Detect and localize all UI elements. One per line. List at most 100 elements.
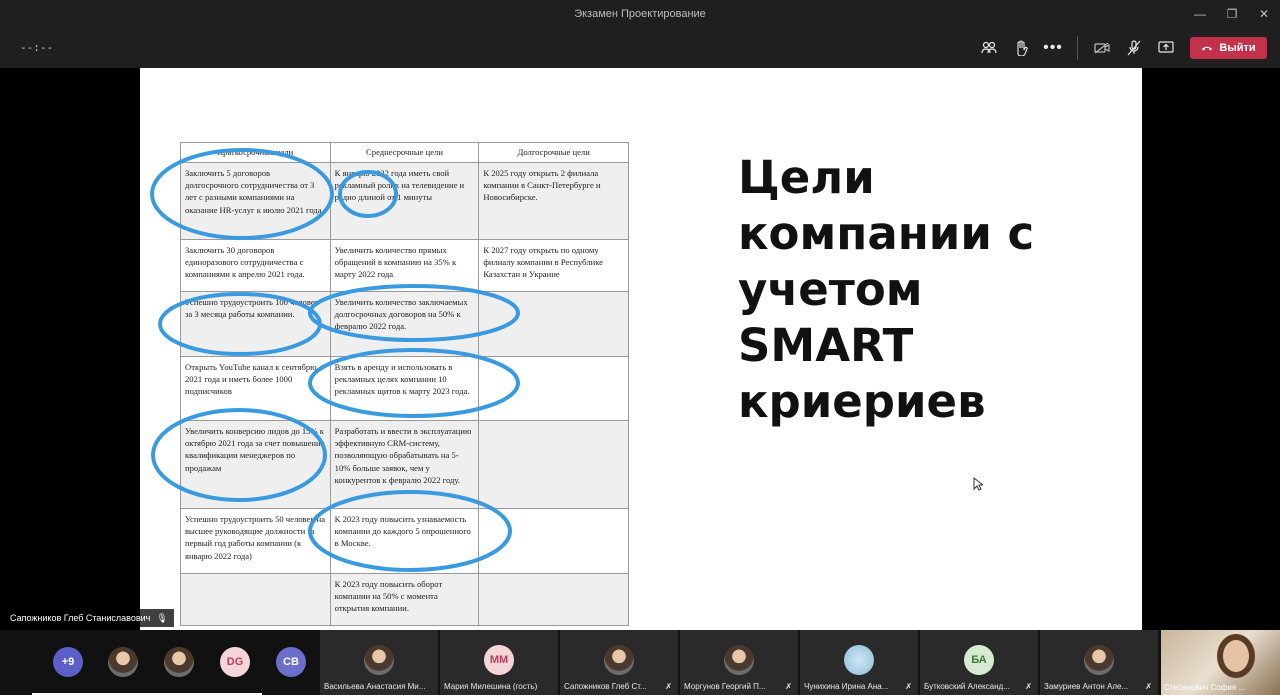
close-icon[interactable]: ✕: [1248, 0, 1280, 28]
table-cell: [180, 573, 331, 626]
participant-name: Замуриев Антон Але...: [1044, 682, 1129, 691]
table-cell: Взять в аренду и использовать в рекламны…: [329, 356, 480, 421]
participant-tile[interactable]: Сапожников Глеб Ст... ✗: [560, 630, 678, 695]
avatar: БА: [964, 645, 994, 675]
participant-tile[interactable]: Чунихина Ирина Ана... ✗: [800, 630, 918, 695]
window-controls: — ❐ ✕: [1184, 0, 1280, 28]
participant-name: Мария Милешина (гость): [444, 682, 538, 691]
table-row: К 2023 году повысить оборот компании на …: [180, 573, 629, 626]
avatar[interactable]: CB: [276, 647, 306, 677]
slide-title-line: SMART: [738, 319, 914, 372]
participants-strip: +9 DG CB Васильева Анастасия Ми... MM Ма…: [0, 630, 1280, 695]
avatar: MM: [484, 645, 514, 675]
presenter-name: Сапожников Глеб Станиславович: [10, 613, 151, 623]
table-cell: Увеличить количество заключаемых долгоср…: [329, 291, 480, 357]
window-titlebar: Экзамен Проектирование — ❐ ✕: [0, 0, 1280, 28]
participant-name: Моргунов Георгий П...: [684, 682, 766, 691]
table-row: Заключить 5 договоров долгосрочного сотр…: [180, 162, 629, 240]
mic-off-icon: 🎙: [156, 612, 168, 623]
self-video-tile[interactable]: Степанович София ...: [1161, 630, 1280, 695]
slide-title-line: криериев: [738, 375, 986, 428]
camera-off-icon[interactable]: [1092, 38, 1112, 58]
participant-name: Чунихина Ирина Ана...: [804, 682, 889, 691]
table-header: Краткосрочные цели: [180, 142, 331, 163]
presenter-label: Сапожников Глеб Станиславович 🎙: [4, 609, 174, 627]
table-cell: [478, 420, 629, 509]
table-header: Долгосрочные цели: [478, 142, 629, 163]
slide-title-line: Цели: [738, 151, 875, 204]
table-cell: К январю 2022 года иметь свой рекламный …: [329, 162, 480, 240]
participant-tile[interactable]: MM Мария Милешина (гость): [440, 630, 558, 695]
self-video-face: [1223, 640, 1249, 672]
mic-off-icon: ✗: [1145, 682, 1152, 691]
mic-off-icon: ✗: [665, 682, 672, 691]
table-row: Увеличить конверсию лидов до 15% к октяб…: [180, 420, 629, 509]
presentation-slide: Краткосрочные цели Среднесрочные цели До…: [140, 68, 1142, 630]
table-cell: К 2027 году открыть по одному филиалу ко…: [478, 239, 629, 292]
participant-name: Васильева Анастасия Ми...: [324, 682, 426, 691]
mic-off-icon: ✗: [1025, 682, 1032, 691]
participant-tile[interactable]: Замуриев Антон Але... ✗: [1040, 630, 1158, 695]
avatar-initials: MM: [489, 654, 509, 666]
table-cell: Заключить 5 договоров долгосрочного сотр…: [180, 162, 331, 240]
avatar[interactable]: [108, 647, 138, 677]
table-row: Открыть YouTube канал к сентябрю 2021 го…: [180, 356, 629, 421]
shared-screen: Краткосрочные цели Среднесрочные цели До…: [0, 68, 1280, 630]
avatar-initials: CB: [283, 656, 299, 668]
goals-table: Краткосрочные цели Среднесрочные цели До…: [180, 142, 629, 626]
table-cell: [478, 573, 629, 626]
slide-title-line: компании с: [738, 207, 1035, 260]
avatar: [364, 645, 394, 675]
toolbar-divider: [1077, 36, 1078, 60]
table-row: Успешно трудоустроить 100 человек за 3 м…: [180, 291, 629, 357]
table-cell: Открыть YouTube канал к сентябрю 2021 го…: [180, 356, 331, 421]
avatar-initials: БА: [971, 654, 987, 666]
avatar[interactable]: DG: [220, 647, 250, 677]
avatar[interactable]: [164, 647, 194, 677]
table-cell: [478, 356, 629, 421]
table-cell: Успешно трудоустроить 50 человек на высш…: [180, 508, 331, 574]
avatar: [724, 645, 754, 675]
table-header: Среднесрочные цели: [329, 142, 480, 163]
avatar-initials: DG: [226, 656, 244, 668]
table-cell: Увеличить количество прямых обращений в …: [329, 239, 480, 292]
table-cell: Разработать и ввести в эксплуатацию эффе…: [329, 420, 480, 509]
overflow-participants-button[interactable]: +9: [53, 647, 83, 677]
leave-button[interactable]: Выйти: [1190, 37, 1267, 59]
table-cell: Успешно трудоустроить 100 человек за 3 м…: [180, 291, 331, 357]
table-cell: [478, 291, 629, 357]
participant-tile[interactable]: Моргунов Георгий П... ✗: [680, 630, 798, 695]
hang-up-icon: [1202, 46, 1213, 51]
participant-tile[interactable]: БА Бутковский Александ... ✗: [920, 630, 1038, 695]
table-cell: [478, 508, 629, 574]
more-icon[interactable]: •••: [1043, 38, 1063, 58]
table-row: Успешно трудоустроить 50 человек на высш…: [180, 508, 629, 574]
mic-off-icon[interactable]: [1124, 38, 1144, 58]
mouse-cursor-icon: [973, 477, 983, 491]
table-cell: К 2023 году повысить узнаваемость компан…: [329, 508, 480, 574]
leave-label: Выйти: [1219, 42, 1256, 54]
participant-name: Степанович София ...: [1164, 683, 1246, 692]
overflow-count: +9: [61, 656, 75, 668]
table-cell: Заключить 30 договоров единоразового сот…: [180, 239, 331, 292]
table-cell: К 2025 году открыть 2 филиала компании в…: [478, 162, 629, 240]
meeting-toolbar: --:-- ••• Выйти: [0, 28, 1280, 68]
share-screen-icon[interactable]: [1156, 38, 1176, 58]
meeting-timer: --:--: [20, 41, 54, 54]
participant-tile[interactable]: Васильева Анастасия Ми...: [320, 630, 438, 695]
participants-icon[interactable]: [979, 38, 999, 58]
participant-name: Сапожников Глеб Ст...: [564, 682, 647, 691]
mic-off-icon: ✗: [785, 682, 792, 691]
restore-icon[interactable]: ❐: [1216, 0, 1248, 28]
avatar: [844, 645, 874, 675]
slide-title: Цели компании с учетом SMART криериев: [738, 150, 1118, 430]
minimize-icon[interactable]: —: [1184, 0, 1216, 28]
table-header-row: Краткосрочные цели Среднесрочные цели До…: [180, 142, 629, 163]
mic-off-icon: ✗: [905, 682, 912, 691]
participant-name: Бутковский Александ...: [924, 682, 1010, 691]
raise-hand-icon[interactable]: [1011, 38, 1031, 58]
slide-title-line: учетом: [738, 263, 923, 316]
table-cell: Увеличить конверсию лидов до 15% к октяб…: [180, 420, 331, 509]
table-row: Заключить 30 договоров единоразового сот…: [180, 239, 629, 292]
avatar: [604, 645, 634, 675]
